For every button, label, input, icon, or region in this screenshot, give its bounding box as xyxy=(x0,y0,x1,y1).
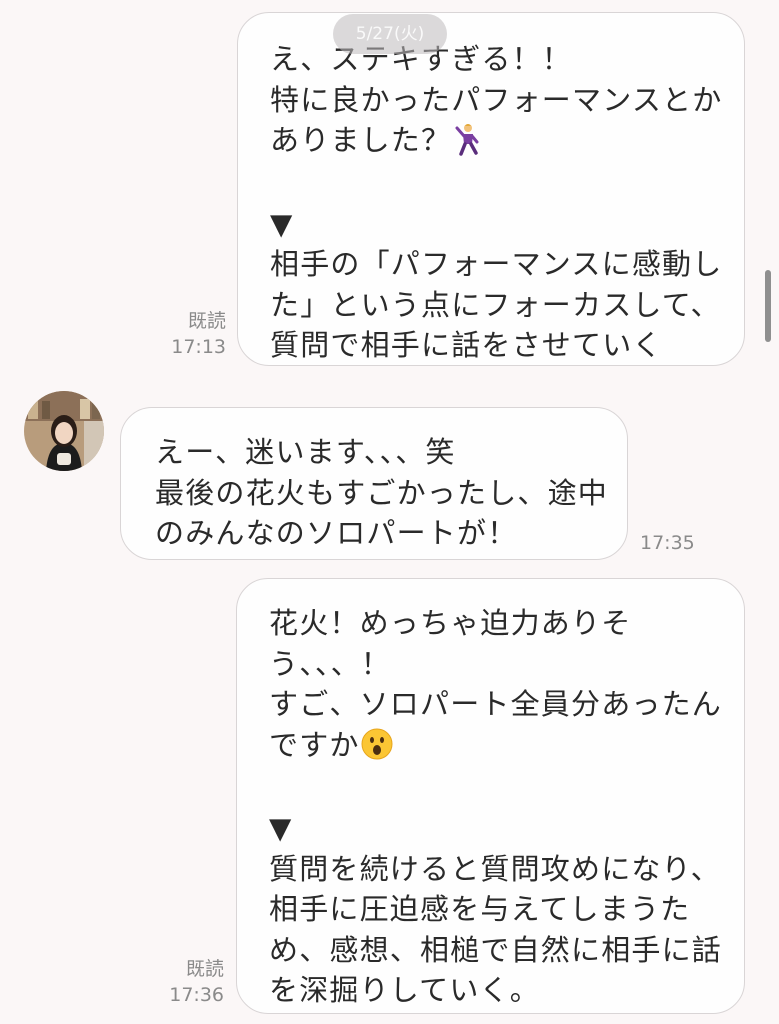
message-line: 花火！めっちゃ迫力ありそ xyxy=(269,606,632,640)
timestamp: 17:35 xyxy=(640,532,695,554)
message-line: 最後の花火もすごかったし、途中 xyxy=(155,475,609,510)
timestamp: 17:13 xyxy=(171,336,226,358)
message-line: 特に良かったパフォーマンスとか xyxy=(270,82,723,117)
message-line: め、感想、相槌で自然に相手に話 xyxy=(269,932,723,967)
read-receipt: 既読 xyxy=(187,310,226,332)
note-marker: ▼ xyxy=(270,206,294,241)
scrollbar[interactable] xyxy=(765,270,771,342)
message-line: ありました？ xyxy=(270,123,452,157)
message-line: えー、迷います、、、笑 xyxy=(155,435,456,469)
read-receipt: 既読 xyxy=(185,958,224,980)
message-meta: 既読 17:36 xyxy=(158,956,224,1008)
surprised-face-icon xyxy=(360,727,394,772)
message-line: のみんなのソロパートが！ xyxy=(155,516,518,550)
chat-thread[interactable]: え、ステキすぎる！！ 特に良かったパフォーマンスとか ありました？ ▼ 相手の「… xyxy=(0,0,779,1024)
message-line: を深掘りしていく。 xyxy=(269,973,540,1007)
message-line: う、、、！ xyxy=(269,646,392,681)
sent-message-bubble[interactable]: え、ステキすぎる！！ 特に良かったパフォーマンスとか ありました？ ▼ 相手の「… xyxy=(237,12,745,366)
message-line: 相手に圧迫感を与えてしまうた xyxy=(269,892,691,926)
message-line: 質問を続けると質問攻めになり、 xyxy=(269,851,721,886)
message-line-with-emoji: ありました？ xyxy=(270,120,744,167)
message-line: すご、ソロパート全員分あったん xyxy=(269,687,723,721)
message-meta: 既読 17:13 xyxy=(160,308,226,360)
message-line: 質問で相手に話をさせていく xyxy=(270,328,663,362)
message-line: た」という点にフォーカスして、 xyxy=(270,287,721,322)
avatar[interactable] xyxy=(24,391,104,471)
dancing-man-icon xyxy=(451,122,485,167)
message-line: 相手の「パフォーマンスに感動し xyxy=(270,247,723,281)
note-marker: ▼ xyxy=(269,811,293,845)
message-line-with-emoji: ですか xyxy=(269,725,744,772)
timestamp: 17:36 xyxy=(169,984,224,1006)
received-message-bubble[interactable]: えー、迷います、、、笑 最後の花火もすごかったし、途中 のみんなのソロパートが！ xyxy=(120,407,628,560)
date-separator: 5/27(火) xyxy=(333,14,447,54)
sent-message-bubble[interactable]: 花火！めっちゃ迫力ありそ う、、、！ すご、ソロパート全員分あったん ですか ▼… xyxy=(236,578,745,1014)
message-line: ですか xyxy=(269,727,360,762)
